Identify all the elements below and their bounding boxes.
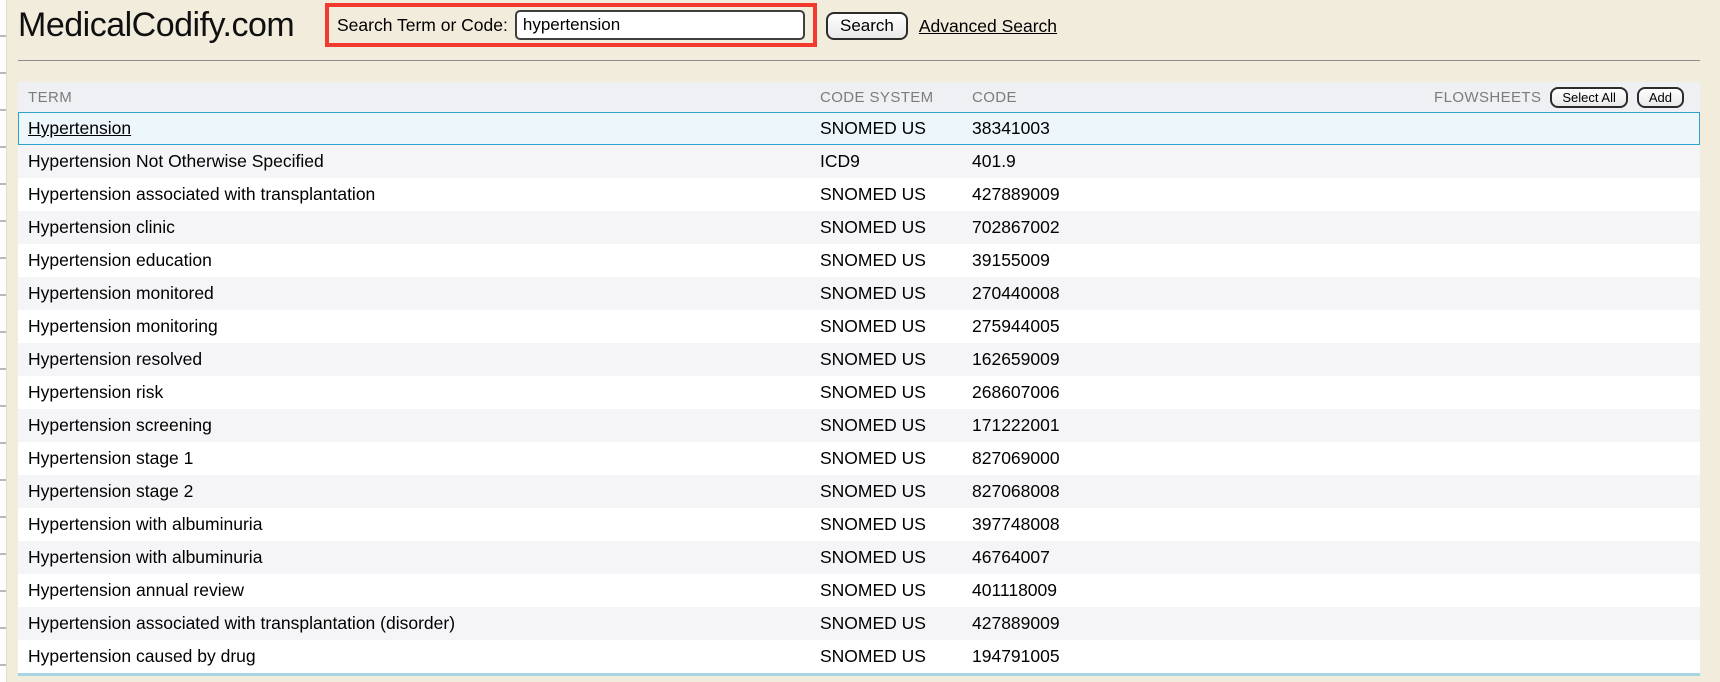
table-header-row: TERM CODE SYSTEM CODE FLOWSHEETS Select … xyxy=(18,82,1700,112)
select-all-button[interactable]: Select All xyxy=(1550,87,1627,108)
code-system-text: SNOMED US xyxy=(810,316,962,337)
code-system-text: SNOMED US xyxy=(810,250,962,271)
code-text: 38341003 xyxy=(962,118,1382,139)
code-text: 397748008 xyxy=(962,514,1382,535)
site-title: MedicalCodify.com xyxy=(18,6,294,45)
code-text: 46764007 xyxy=(962,547,1382,568)
code-text: 162659009 xyxy=(962,349,1382,370)
column-header-flowsheets: FLOWSHEETS Select All Add xyxy=(1382,87,1700,108)
column-header-code: CODE xyxy=(962,89,1382,106)
term-text: Hypertension stage 1 xyxy=(28,448,193,468)
table-row[interactable]: Hypertension monitored SNOMED US 2704400… xyxy=(18,277,1700,310)
table-row[interactable]: Hypertension clinic SNOMED US 702867002 xyxy=(18,211,1700,244)
code-system-text: SNOMED US xyxy=(810,580,962,601)
table-row[interactable]: Hypertension risk SNOMED US 268607006 xyxy=(18,376,1700,409)
code-system-text: ICD9 xyxy=(810,151,962,172)
code-system-text: SNOMED US xyxy=(810,448,962,469)
table-row[interactable]: Hypertension monitoring SNOMED US 275944… xyxy=(18,310,1700,343)
term-text: Hypertension monitored xyxy=(28,283,214,303)
window-edge-ruler xyxy=(0,0,7,682)
code-system-text: SNOMED US xyxy=(810,283,962,304)
term-text: Hypertension education xyxy=(28,250,212,270)
code-system-text: SNOMED US xyxy=(810,118,962,139)
term-text: Hypertension Not Otherwise Specified xyxy=(28,151,324,171)
table-row[interactable]: Hypertension SNOMED US 38341003 xyxy=(18,112,1700,145)
term-text: Hypertension screening xyxy=(28,415,212,435)
term-text: Hypertension risk xyxy=(28,382,163,402)
code-system-text: SNOMED US xyxy=(810,184,962,205)
code-text: 171222001 xyxy=(962,415,1382,436)
table-row[interactable]: Hypertension associated with transplanta… xyxy=(18,178,1700,211)
code-system-text: SNOMED US xyxy=(810,514,962,535)
term-text: Hypertension stage 2 xyxy=(28,481,193,501)
annotation-highlight-box: Search Term or Code: xyxy=(325,3,817,47)
table-row[interactable]: Hypertension education SNOMED US 3915500… xyxy=(18,244,1700,277)
term-text: Hypertension monitoring xyxy=(28,316,218,336)
table-row[interactable]: Hypertension stage 2 SNOMED US 827068008 xyxy=(18,475,1700,508)
code-system-text: SNOMED US xyxy=(810,217,962,238)
table-row[interactable]: Hypertension with albuminuria SNOMED US … xyxy=(18,508,1700,541)
table-row[interactable]: Hypertension Not Otherwise Specified ICD… xyxy=(18,145,1700,178)
code-text: 827069000 xyxy=(962,448,1382,469)
term-text: Hypertension with albuminuria xyxy=(28,514,262,534)
code-text: 427889009 xyxy=(962,613,1382,634)
code-text: 427889009 xyxy=(962,184,1382,205)
term-text: Hypertension associated with transplanta… xyxy=(28,184,375,204)
advanced-search-link[interactable]: Advanced Search xyxy=(919,16,1057,37)
column-header-term: TERM xyxy=(18,89,810,106)
table-row[interactable]: Hypertension screening SNOMED US 1712220… xyxy=(18,409,1700,442)
term-text: Hypertension with albuminuria xyxy=(28,547,262,567)
table-row[interactable]: Hypertension associated with transplanta… xyxy=(18,607,1700,640)
column-header-code-system: CODE SYSTEM xyxy=(810,89,962,106)
table-row[interactable]: Hypertension caused by drug SNOMED US 19… xyxy=(18,640,1700,673)
add-button[interactable]: Add xyxy=(1637,87,1684,108)
code-system-text: SNOMED US xyxy=(810,547,962,568)
search-input[interactable] xyxy=(515,10,805,40)
code-text: 702867002 xyxy=(962,217,1382,238)
code-system-text: SNOMED US xyxy=(810,349,962,370)
term-link[interactable]: Hypertension xyxy=(28,118,131,138)
header-divider xyxy=(18,60,1700,61)
code-text: 39155009 xyxy=(962,250,1382,271)
code-system-text: SNOMED US xyxy=(810,415,962,436)
search-area: Search Term or Code: Search Advanced Sea… xyxy=(325,3,1057,47)
code-system-text: SNOMED US xyxy=(810,481,962,502)
term-text: Hypertension associated with transplanta… xyxy=(28,613,455,633)
code-text: 270440008 xyxy=(962,283,1382,304)
table-row[interactable]: Hypertension annual review SNOMED US 401… xyxy=(18,574,1700,607)
term-text: Hypertension clinic xyxy=(28,217,175,237)
flowsheets-label: FLOWSHEETS xyxy=(1434,89,1541,106)
search-button[interactable]: Search xyxy=(826,12,908,40)
term-text: Hypertension resolved xyxy=(28,349,202,369)
code-text: 827068008 xyxy=(962,481,1382,502)
code-text: 194791005 xyxy=(962,646,1382,667)
table-row[interactable]: Hypertension with albuminuria SNOMED US … xyxy=(18,541,1700,574)
code-system-text: SNOMED US xyxy=(810,613,962,634)
code-text: 401.9 xyxy=(962,151,1382,172)
code-text: 401118009 xyxy=(962,580,1382,601)
term-text: Hypertension caused by drug xyxy=(28,646,256,666)
search-label: Search Term or Code: xyxy=(337,15,508,36)
code-text: 268607006 xyxy=(962,382,1382,403)
table-row[interactable]: Hypertension stage 1 SNOMED US 827069000 xyxy=(18,442,1700,475)
table-body: Hypertension SNOMED US 38341003 Hyperten… xyxy=(18,112,1700,673)
code-system-text: SNOMED US xyxy=(810,382,962,403)
code-text: 275944005 xyxy=(962,316,1382,337)
table-row[interactable]: Hypertension resolved SNOMED US 16265900… xyxy=(18,343,1700,376)
code-system-text: SNOMED US xyxy=(810,646,962,667)
term-text: Hypertension annual review xyxy=(28,580,244,600)
results-table: TERM CODE SYSTEM CODE FLOWSHEETS Select … xyxy=(18,82,1700,676)
